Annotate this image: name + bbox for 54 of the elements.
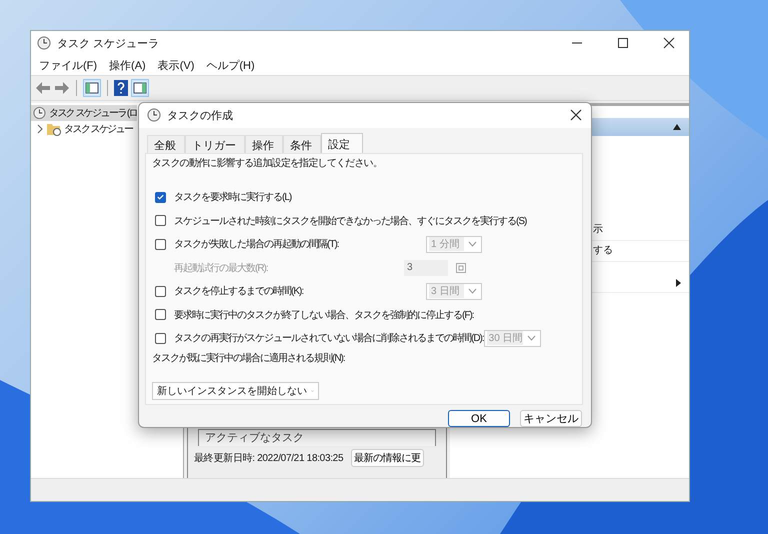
back-arrow-icon — [35, 81, 51, 95]
dropdown[interactable]: 新しいインスタンスを開始しない — [152, 382, 319, 400]
field-label: 再起動試行の最大数(R): — [174, 262, 269, 275]
help-icon — [114, 80, 128, 96]
checkbox[interactable] — [155, 192, 166, 203]
checkbox-label: タスクが失敗した場合の再起動の間隔(T): — [174, 238, 340, 252]
menu-item[interactable]: 操作(A) — [109, 58, 146, 72]
folder-clock-icon — [46, 122, 62, 136]
window-title: タスク スケジューラ — [57, 36, 160, 50]
clock-icon — [37, 36, 51, 50]
tab[interactable]: 全般 — [147, 134, 185, 153]
menu-item[interactable]: ヘルプ(H) — [206, 58, 255, 72]
tab[interactable]: 設定 — [321, 132, 363, 153]
spinner-icon — [456, 262, 466, 273]
pane-icon — [83, 79, 101, 97]
menu-item[interactable]: ファイル(F) — [39, 58, 98, 72]
checkbox[interactable] — [155, 286, 166, 297]
clock-icon — [147, 108, 161, 122]
collapse-triangle-icon — [673, 124, 681, 130]
pane-icon — [131, 79, 149, 97]
maximize-icon — [617, 37, 629, 49]
checkbox-label: スケジュールされた時刻にタスクを開始できなかった場合、すぐにタスクを実行する(S) — [174, 214, 526, 228]
forward-arrow-icon — [54, 81, 70, 95]
last-updated-text: 最終更新日時: 2022/07/21 18:03:25 — [194, 452, 344, 465]
close-icon — [570, 109, 582, 122]
tree-label: タスク スケジューラ (ロ — [48, 107, 137, 120]
checkbox[interactable] — [155, 332, 166, 344]
checkbox-label: タスクを停止するまでの時間(K): — [174, 284, 304, 298]
rule-label: タスクが既に実行中の場合に適用される規則(N): — [152, 352, 346, 366]
clock-icon — [33, 106, 46, 120]
dialog-title: タスクの作成 — [167, 108, 233, 123]
cancel-button[interactable]: キャンセル — [520, 410, 582, 427]
checkbox[interactable] — [155, 215, 166, 226]
list-header: アクティブなタスク — [198, 429, 436, 446]
checkbox-label: タスクの再実行がスケジュールされていない場合に削除されるまでの時間(D): — [174, 332, 484, 346]
tree-item[interactable]: タスク スケジューラ (ロ — [31, 105, 137, 121]
tab[interactable]: トリガー — [185, 134, 245, 153]
chevron-down-icon — [468, 288, 477, 294]
checkbox-label: 要求時に実行中のタスクが終了しない場合、タスクを強制的に停止する(F): — [174, 308, 474, 322]
menu-item[interactable]: 表示(V) — [158, 58, 194, 72]
tab[interactable]: 条件 — [283, 134, 321, 153]
close-icon — [663, 37, 675, 49]
description-text: タスクの動作に影響する追加設定を指定してください。 — [152, 156, 384, 170]
refresh-button[interactable]: 最新の情報に更 — [351, 449, 424, 467]
checkbox[interactable] — [155, 238, 166, 250]
checkbox[interactable] — [155, 309, 166, 320]
tree-item[interactable]: タスク スケジュー — [31, 121, 140, 137]
chevron-down-icon — [468, 241, 477, 248]
tree-label: タスク スケジュー — [64, 123, 132, 136]
submenu-arrow-icon — [676, 279, 681, 287]
chevron-down-icon — [526, 335, 536, 342]
tab[interactable]: 操作 — [245, 134, 283, 153]
ok-button[interactable]: OK — [448, 410, 510, 427]
checkbox-label: タスクを要求時に実行する(L) — [174, 190, 292, 204]
